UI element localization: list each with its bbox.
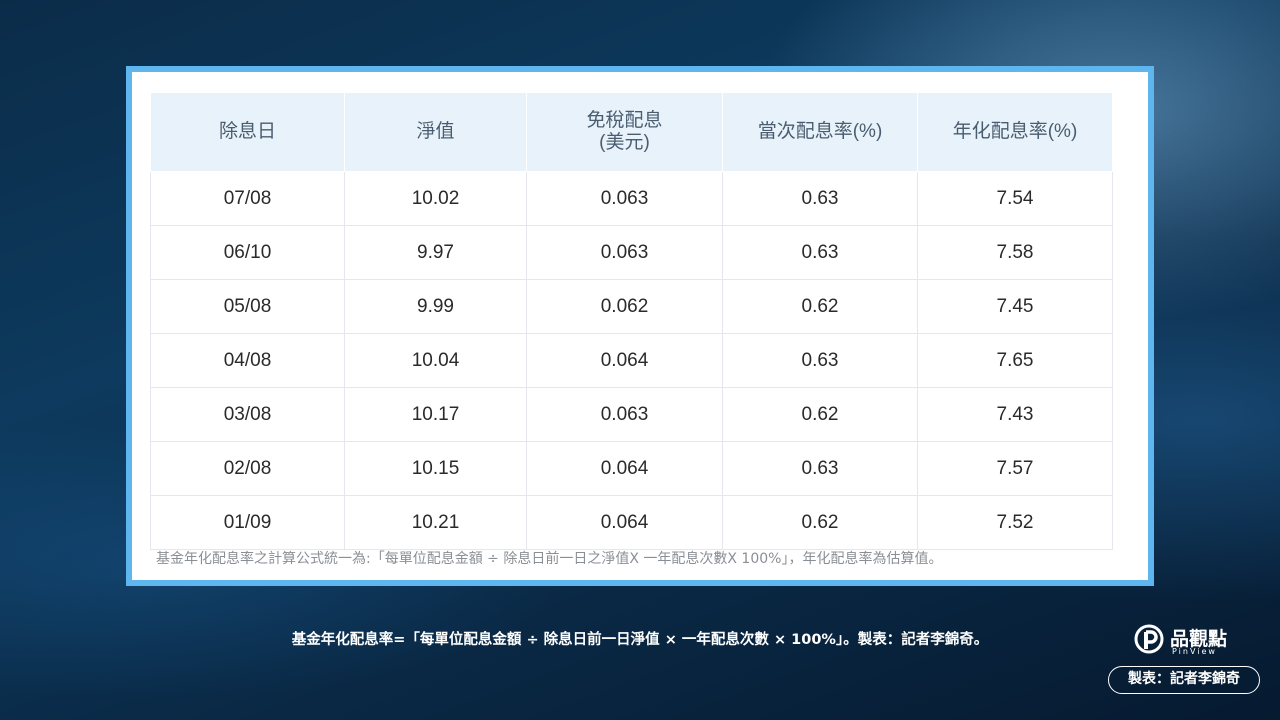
cell-ex-date: 07/08 [150,171,345,226]
cell-annualized-rate: 7.52 [917,495,1113,550]
cell-annualized-rate: 7.57 [917,441,1113,496]
table-header-row: 除息日 淨值 免稅配息 (美元) 當次配息率(%) 年化配息率(%) [150,92,1113,172]
dividend-table: 除息日 淨值 免稅配息 (美元) 當次配息率(%) 年化配息率(%) 07/08… [150,92,1113,550]
header-annualized-rate: 年化配息率(%) [917,92,1113,172]
cell-dividend: 0.063 [526,387,723,442]
table-row: 04/08 10.04 0.064 0.63 7.65 [150,333,1113,388]
formula-note: 基金年化配息率之計算公式統一為:「每單位配息金額 ÷ 除息日前一日之淨值X 一年… [156,551,943,567]
cell-nav: 9.99 [344,279,527,334]
cell-dividend: 0.063 [526,171,723,226]
table-row: 06/10 9.97 0.063 0.63 7.58 [150,225,1113,280]
header-dividend-rate: 當次配息率(%) [722,92,918,172]
table-row: 02/08 10.15 0.064 0.63 7.57 [150,441,1113,496]
header-ex-date: 除息日 [150,92,345,172]
table-panel: 除息日 淨值 免稅配息 (美元) 當次配息率(%) 年化配息率(%) 07/08… [132,72,1148,580]
cell-nav: 10.02 [344,171,527,226]
cell-nav: 10.17 [344,387,527,442]
cell-ex-date: 06/10 [150,225,345,280]
cell-ex-date: 02/08 [150,441,345,496]
cell-annualized-rate: 7.54 [917,171,1113,226]
credit-badge: 製表：記者李錦奇 [1108,666,1260,694]
cell-ex-date: 03/08 [150,387,345,442]
cell-annualized-rate: 7.45 [917,279,1113,334]
cell-nav: 10.15 [344,441,527,496]
cell-dividend-rate: 0.62 [722,495,918,550]
cell-ex-date: 01/09 [150,495,345,550]
cell-ex-date: 05/08 [150,279,345,334]
cell-annualized-rate: 7.65 [917,333,1113,388]
table-frame: 除息日 淨值 免稅配息 (美元) 當次配息率(%) 年化配息率(%) 07/08… [126,66,1154,586]
cell-dividend: 0.063 [526,225,723,280]
table-row: 01/09 10.21 0.064 0.62 7.52 [150,495,1113,550]
pinview-logo-icon [1134,624,1164,654]
cell-dividend: 0.064 [526,333,723,388]
cell-ex-date: 04/08 [150,333,345,388]
cell-nav: 9.97 [344,225,527,280]
cell-dividend: 0.064 [526,495,723,550]
cell-dividend: 0.062 [526,279,723,334]
table-row: 03/08 10.17 0.063 0.62 7.43 [150,387,1113,442]
slide: { "table": { "headers": ["除息日", "淨值", "免… [0,0,1280,720]
table-row: 07/08 10.02 0.063 0.63 7.54 [150,171,1113,226]
header-tax-free-dividend: 免稅配息 (美元) [526,92,723,172]
cell-annualized-rate: 7.43 [917,387,1113,442]
cell-nav: 10.21 [344,495,527,550]
header-nav: 淨值 [344,92,527,172]
cell-dividend-rate: 0.63 [722,333,918,388]
cell-nav: 10.04 [344,333,527,388]
cell-dividend-rate: 0.63 [722,225,918,280]
brand-sub: PinView [1172,647,1217,656]
cell-dividend-rate: 0.63 [722,171,918,226]
table-row: 05/08 9.99 0.062 0.62 7.45 [150,279,1113,334]
caption: 基金年化配息率=「每單位配息金額 ÷ 除息日前一日淨值 × 一年配息次數 × 1… [291,632,989,648]
cell-dividend-rate: 0.63 [722,441,918,496]
cell-annualized-rate: 7.58 [917,225,1113,280]
cell-dividend-rate: 0.62 [722,279,918,334]
cell-dividend: 0.064 [526,441,723,496]
cell-dividend-rate: 0.62 [722,387,918,442]
brand-logo: 品觀點 PinView [1134,624,1244,658]
